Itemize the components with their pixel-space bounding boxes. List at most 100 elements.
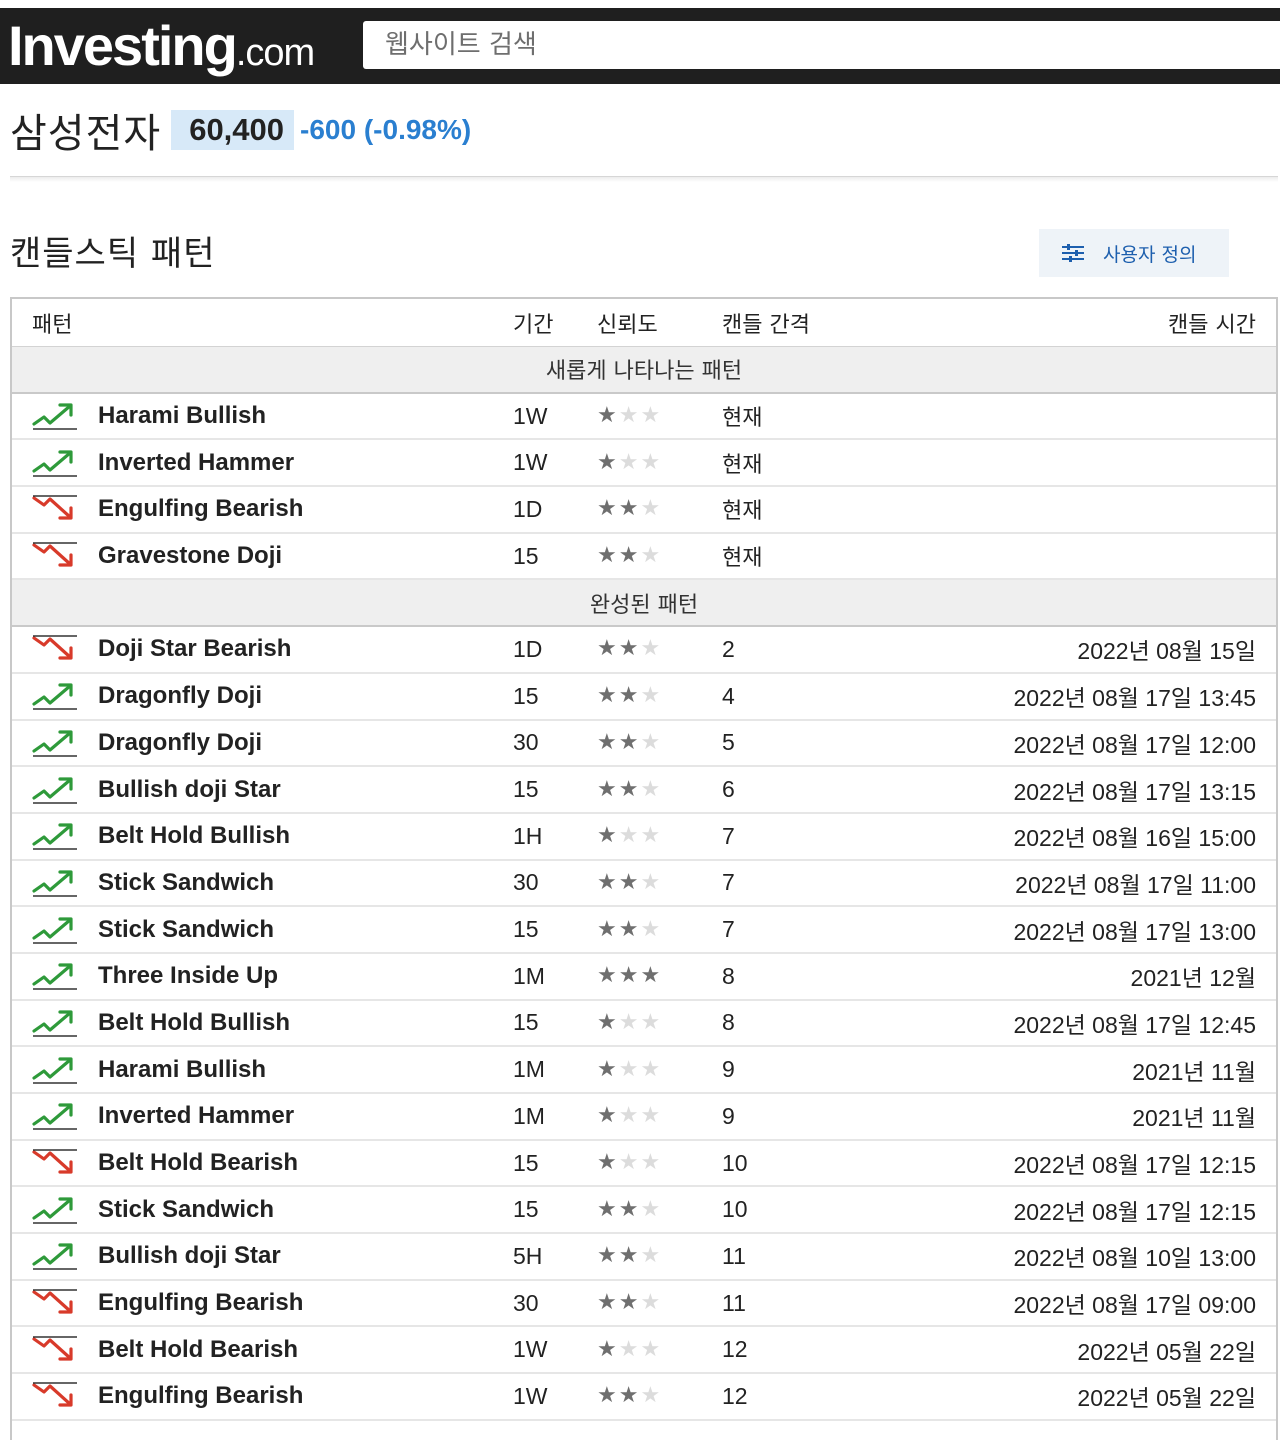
- pattern-name[interactable]: Belt Hold Bearish: [98, 1149, 513, 1177]
- search-box[interactable]: [363, 21, 1280, 69]
- pattern-name[interactable]: Belt Hold Bullish: [98, 822, 513, 850]
- table-row[interactable]: Harami Bullish 1M ★ ★ ★ 9 2021년 11월: [12, 1047, 1276, 1094]
- table-row[interactable]: Dragonfly Doji 15 ★ ★ ★ 4 2022년 08월 17일 13:45: [12, 674, 1276, 721]
- candle-time: 2022년 08월 10일 13:00: [1013, 1245, 1256, 1272]
- star-filled-icon: ★: [618, 683, 639, 709]
- bearish-trend-icon: [12, 542, 98, 570]
- bullish-trend-icon: [12, 962, 98, 991]
- pattern-name[interactable]: Stick Sandwich: [98, 1196, 513, 1224]
- stock-name: 삼성전자: [10, 111, 162, 157]
- table-body: 새롭게 나타나는 패턴 Harami Bullish 1W ★ ★ ★ 현재 Inverted…: [12, 347, 1276, 1421]
- table-row[interactable]: Three Inside Up 1M ★ ★ ★ 8 2021년 12월: [12, 954, 1276, 1001]
- table-row[interactable]: Belt Hold Bullish 1H ★ ★ ★ 7 2022년 08월 16일 15:…: [12, 814, 1276, 861]
- star-filled-icon: ★: [597, 916, 617, 942]
- candle-gap: 5: [722, 729, 735, 756]
- bullish-trend-icon: [12, 1102, 98, 1131]
- search-input[interactable]: [385, 21, 1280, 69]
- table-row[interactable]: Belt Hold Bearish 1W ★ ★ ★ 12 2022년 05월 22일: [12, 1327, 1276, 1375]
- pattern-name[interactable]: Engulfing Bearish: [98, 495, 513, 523]
- header-period[interactable]: 기간: [513, 307, 597, 339]
- table-row[interactable]: Bullish doji Star 5H ★ ★ ★ 11 2022년 08월 10일 13…: [12, 1234, 1276, 1281]
- customize-button[interactable]: 사용자 정의: [1039, 229, 1229, 277]
- table-row[interactable]: Harami Bullish 1W ★ ★ ★ 현재: [12, 394, 1276, 441]
- star-filled-icon: ★: [597, 1103, 617, 1129]
- bullish-trend-icon: [12, 1196, 98, 1224]
- table-row[interactable]: Engulfing Bearish 30 ★ ★ ★ 11 2022년 08월 17일 09…: [12, 1281, 1276, 1328]
- candle-time: 2021년 12월: [1130, 965, 1256, 992]
- table-row[interactable]: Stick Sandwich 15 ★ ★ ★ 10 2022년 08월 17일 12:15: [12, 1187, 1276, 1235]
- table-row[interactable]: Dragonfly Doji 30 ★ ★ ★ 5 2022년 08월 17일 12:00: [12, 721, 1276, 768]
- reliability-rating: ★ ★ ★: [597, 916, 722, 942]
- table-row[interactable]: Engulfing Bearish 1W ★ ★ ★ 12 2022년 05월 22일: [12, 1374, 1276, 1421]
- header-candle-gap[interactable]: 캔들 간격: [722, 307, 922, 339]
- candle-time: 2022년 08월 17일 09:00: [1013, 1292, 1256, 1319]
- pattern-name[interactable]: Dragonfly Doji: [98, 682, 513, 710]
- reliability-rating: ★ ★ ★: [597, 685, 722, 707]
- star-filled-icon: ★: [597, 1243, 617, 1269]
- table-row[interactable]: Inverted Hammer 1W ★ ★ ★ 현재: [12, 440, 1276, 488]
- bullish-trend-icon: [12, 822, 98, 851]
- pattern-name[interactable]: Inverted Hammer: [98, 1102, 513, 1130]
- table-row[interactable]: Bullish doji Star 15 ★ ★ ★ 6 2022년 08월 17일 13:…: [12, 767, 1276, 814]
- pattern-name[interactable]: Belt Hold Bearish: [98, 1336, 513, 1364]
- section-title: 캔들스틱 패턴: [10, 234, 216, 274]
- star-filled-icon: ★: [597, 1150, 617, 1176]
- star-empty-icon: ★: [640, 1150, 661, 1176]
- reliability-rating: ★ ★ ★: [597, 965, 722, 987]
- candle-gap: 8: [722, 962, 735, 989]
- stock-price: 60,400: [171, 110, 295, 150]
- bearish-trend-icon: [12, 1289, 98, 1317]
- reliability-rating: ★ ★ ★: [597, 1245, 722, 1267]
- pattern-period: 15: [513, 776, 539, 803]
- pattern-name[interactable]: Gravestone Doji: [98, 542, 513, 570]
- investing-logo[interactable]: Investing .com: [8, 14, 315, 78]
- table-row[interactable]: Doji Star Bearish 1D ★ ★ ★ 2 2022년 08월 15일: [12, 627, 1276, 674]
- table-row[interactable]: Belt Hold Bearish 15 ★ ★ ★ 10 2022년 08월 17일 12…: [12, 1141, 1276, 1188]
- table-row[interactable]: Stick Sandwich 30 ★ ★ ★ 7 2022년 08월 17일 11:00: [12, 861, 1276, 908]
- pattern-name[interactable]: Dragonfly Doji: [98, 729, 513, 757]
- table-row[interactable]: Inverted Hammer 1M ★ ★ ★ 9 2021년 11월: [12, 1094, 1276, 1141]
- star-empty-icon: ★: [640, 1103, 661, 1129]
- pattern-name[interactable]: Belt Hold Bullish: [98, 1009, 513, 1037]
- star-empty-icon: ★: [640, 1056, 661, 1082]
- pattern-name[interactable]: Engulfing Bearish: [98, 1382, 513, 1410]
- header-reliability[interactable]: 신뢰도: [597, 307, 722, 339]
- table-row[interactable]: Gravestone Doji 15 ★ ★ ★ 현재: [12, 534, 1276, 581]
- pattern-name[interactable]: Harami Bullish: [98, 1056, 513, 1084]
- pattern-name[interactable]: Harami Bullish: [98, 402, 513, 430]
- pattern-period: 30: [513, 729, 539, 756]
- star-filled-icon: ★: [597, 776, 617, 802]
- customize-label: 사용자 정의: [1103, 243, 1197, 266]
- pattern-name[interactable]: Engulfing Bearish: [98, 1289, 513, 1317]
- header-candle-time[interactable]: 캔들 시간: [922, 307, 1276, 339]
- pattern-name[interactable]: Doji Star Bearish: [98, 635, 513, 663]
- star-filled-icon: ★: [597, 403, 617, 429]
- pattern-name[interactable]: Three Inside Up: [98, 962, 513, 990]
- star-empty-icon: ★: [640, 496, 661, 522]
- pattern-period: 1D: [513, 495, 543, 522]
- table-row[interactable]: Engulfing Bearish 1D ★ ★ ★ 현재: [12, 487, 1276, 534]
- star-filled-icon: ★: [597, 963, 617, 989]
- candle-time: 2022년 05월 22일: [1077, 1338, 1256, 1365]
- header-pattern[interactable]: 패턴: [32, 307, 513, 339]
- candle-gap: 2: [722, 635, 735, 662]
- candle-time: 2022년 08월 17일 12:15: [1013, 1198, 1256, 1225]
- pattern-name[interactable]: Stick Sandwich: [98, 916, 513, 944]
- star-filled-icon: ★: [618, 869, 639, 895]
- pattern-name[interactable]: Stick Sandwich: [98, 869, 513, 897]
- pattern-period: 30: [513, 869, 539, 896]
- reliability-rating: ★ ★ ★: [597, 1292, 722, 1314]
- stock-change: -600 (-0.98%): [300, 114, 472, 145]
- star-filled-icon: ★: [618, 1196, 639, 1222]
- pattern-name[interactable]: Inverted Hammer: [98, 449, 513, 477]
- table-row[interactable]: Belt Hold Bullish 15 ★ ★ ★ 8 2022년 08월 17일 12:…: [12, 1001, 1276, 1048]
- pattern-period: 15: [513, 1196, 539, 1223]
- table-row[interactable]: Stick Sandwich 15 ★ ★ ★ 7 2022년 08월 17일 13:00: [12, 907, 1276, 954]
- reliability-rating: ★ ★ ★: [597, 776, 722, 802]
- star-filled-icon: ★: [618, 963, 639, 989]
- pattern-name[interactable]: Bullish doji Star: [98, 776, 513, 804]
- pattern-period: 1M: [513, 1102, 545, 1129]
- logo-wordmark: Investing: [8, 14, 238, 77]
- candle-gap: 12: [722, 1336, 748, 1363]
- pattern-name[interactable]: Bullish doji Star: [98, 1242, 513, 1270]
